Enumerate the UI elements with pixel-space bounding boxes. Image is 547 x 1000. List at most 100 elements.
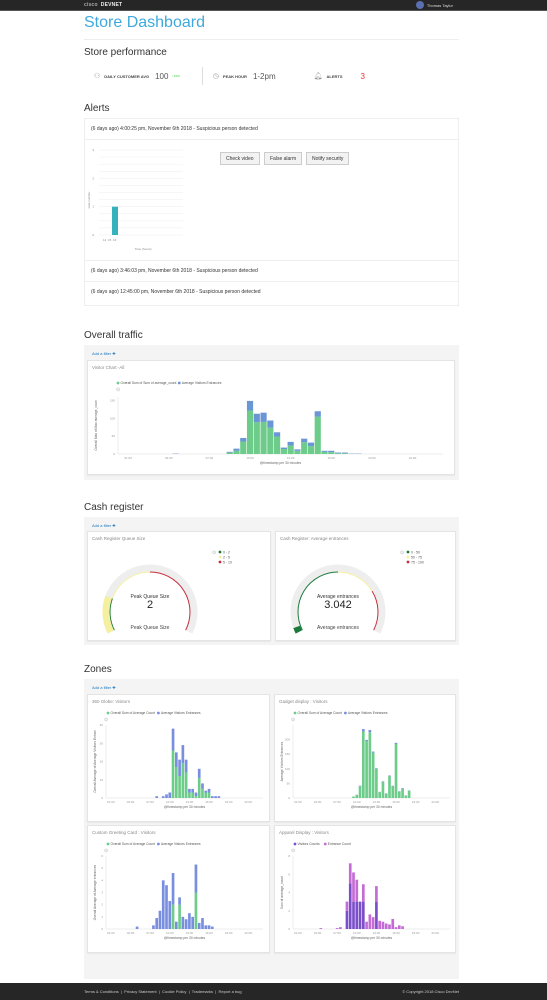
add-filter-link[interactable]: Add a filter ✚	[86, 681, 457, 693]
x-tick-label: 22:00	[432, 931, 440, 935]
x-tick-label: 04:00	[127, 931, 135, 935]
bar	[194, 864, 198, 893]
bar	[348, 883, 352, 929]
bar	[178, 759, 181, 777]
bar	[358, 901, 362, 929]
bar	[307, 446, 315, 454]
bar	[371, 751, 375, 753]
x-tick-label: 10:00	[353, 800, 361, 804]
y-tick-label: 8	[288, 854, 290, 858]
clock-icon: ◷	[212, 73, 219, 80]
legend-dot	[106, 842, 110, 846]
alerts-count: 3	[360, 71, 365, 81]
y-tick-label: 0	[92, 233, 94, 237]
bar	[155, 918, 159, 929]
alert-item[interactable]: (6 days ago) 4:00:25 pm, November 6th 20…	[85, 119, 458, 140]
y-tick-label: 30	[100, 741, 104, 745]
x-tick-label: 19:00	[225, 931, 233, 935]
x-tick-label: 22:00	[432, 800, 440, 804]
x-tick-label: 16:00	[328, 456, 336, 460]
y-tick-label: 3	[92, 148, 94, 152]
legend-label: 75 - 100	[411, 560, 424, 564]
legend-dot	[293, 711, 297, 715]
copyright: © Copyright 2018 Cisco DevNet	[402, 989, 459, 994]
alerts-label: ALERTS	[326, 73, 343, 79]
user-menu[interactable]: Thomas Taylor	[415, 1, 453, 9]
peak-hour-value: 1-2pm	[252, 71, 276, 81]
x-axis-label: @timestamp per 30 minutes	[164, 805, 206, 809]
bar	[345, 901, 349, 911]
bar	[280, 449, 287, 454]
check-video-button[interactable]: Check video	[220, 152, 260, 165]
y-tick-label: 6	[288, 872, 290, 876]
bar	[274, 436, 281, 454]
bar	[181, 745, 185, 764]
bar	[321, 451, 328, 454]
alert-detail: 0 1 2 3 14 15 16 Time (hours) total number Check…	[85, 140, 458, 261]
y-tick-label: 100	[110, 416, 115, 420]
zone-chart-apparel: Apparel Display : Visitors Visitors Count…	[279, 830, 450, 940]
x-tick-label: 22:00	[409, 456, 417, 460]
settings-icon: ⊙	[212, 550, 216, 556]
legend-dot	[344, 711, 347, 715]
y-tick-label: 150	[110, 399, 115, 403]
legend-dot	[106, 711, 110, 715]
footer-link[interactable]: Privacy Statement |	[124, 989, 162, 994]
bar	[335, 928, 339, 929]
alert-item[interactable]: (6 days ago) 12:45:00 pm, November 6th 2…	[85, 282, 458, 303]
add-filter-link[interactable]: Add a filter ✚	[86, 519, 457, 531]
bar	[178, 897, 181, 905]
legend-label: Overall Sum of Sum of average_count	[121, 381, 177, 385]
x-tick-label: 13:00	[287, 456, 295, 460]
bar	[260, 412, 267, 422]
footer-link[interactable]: Report a bug	[218, 989, 241, 994]
x-tick-label: 16	[113, 238, 117, 242]
bar	[371, 917, 375, 929]
x-tick-label: 16:00	[392, 800, 400, 804]
alert-item[interactable]: (6 days ago) 3:46:03 pm, November 6th 20…	[85, 261, 458, 282]
x-tick-label: 13:00	[186, 931, 194, 935]
false-alarm-button[interactable]: False alarm	[264, 152, 303, 165]
bar	[246, 400, 254, 411]
bar	[328, 450, 335, 453]
user-icon: ⚇	[94, 73, 101, 80]
add-filter-link[interactable]: Add a filter ✚	[86, 347, 457, 359]
y-tick-label: 2	[92, 176, 94, 180]
bar	[204, 925, 208, 929]
bar	[174, 921, 178, 929]
x-tick-label: 22:00	[245, 931, 253, 935]
legend-dot	[157, 842, 160, 846]
zone-card-greeting: Custom Greeting Card : Visitors Overall S…	[87, 825, 270, 953]
y-tick-label: 10	[100, 778, 104, 782]
x-tick-label: 13:00	[186, 800, 194, 804]
devnet-logo[interactable]: cisco DEVNET	[84, 2, 122, 8]
bar	[384, 923, 388, 929]
y-axis-label: Overall Average of Average Visitors Entr…	[93, 730, 97, 792]
bar	[226, 451, 233, 453]
legend-dot	[218, 555, 222, 559]
bar	[246, 410, 254, 454]
legend-label: 0 - 50	[411, 550, 420, 554]
bar	[301, 442, 308, 454]
bar	[188, 792, 191, 798]
bar	[394, 742, 398, 744]
bar	[112, 206, 118, 235]
bar	[174, 752, 178, 767]
notify-security-button[interactable]: Notify security	[306, 152, 350, 165]
bar	[384, 793, 388, 798]
footer-link[interactable]: Trademarks |	[192, 989, 219, 994]
bar	[365, 739, 368, 742]
bar	[319, 928, 323, 929]
y-tick-label: 6	[101, 854, 103, 858]
footer-link[interactable]: Cookie Policy |	[162, 989, 192, 994]
x-axis-label: @timestamp per 30 minutes	[164, 936, 206, 940]
x-tick-label: 16:00	[205, 931, 213, 935]
bar	[287, 441, 294, 446]
bar	[341, 452, 348, 454]
footer-link[interactable]: Terms & Conditions |	[84, 989, 124, 994]
bar	[191, 788, 195, 793]
bar	[375, 901, 378, 929]
bar	[267, 420, 274, 428]
bar	[210, 796, 214, 798]
bar	[217, 796, 221, 798]
